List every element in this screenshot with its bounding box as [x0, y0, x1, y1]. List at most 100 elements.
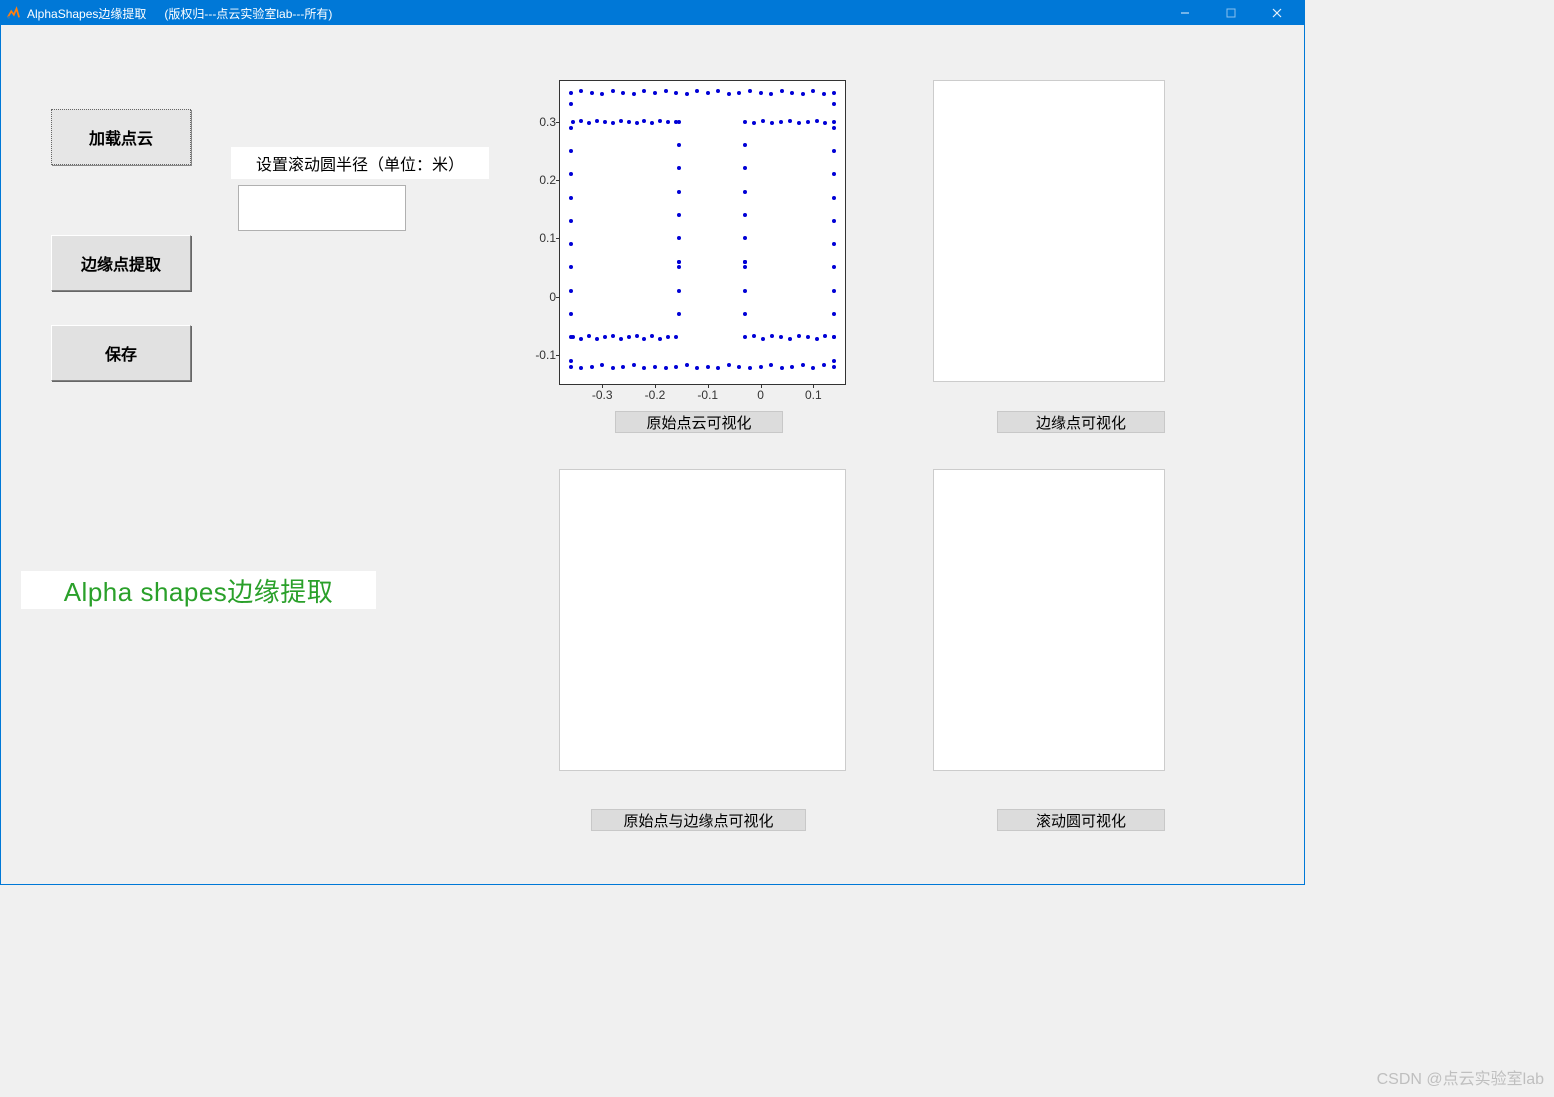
scatter-point: [571, 120, 575, 124]
scatter-point: [653, 365, 657, 369]
xtick-label: -0.2: [645, 388, 666, 402]
scatter-point: [823, 121, 827, 125]
scatter-point: [587, 121, 591, 125]
scatter-point: [743, 213, 747, 217]
axes-label-original: 原始点云可视化: [615, 411, 783, 433]
extract-edges-button[interactable]: 边缘点提取: [51, 235, 191, 291]
scatter-point: [569, 149, 573, 153]
scatter-point: [832, 265, 836, 269]
scatter-point: [832, 172, 836, 176]
scatter-point: [806, 120, 810, 124]
scatter-point: [674, 365, 678, 369]
scatter-point: [579, 119, 583, 123]
scatter-point: [579, 366, 583, 370]
save-button[interactable]: 保存: [51, 325, 191, 381]
scatter-point: [677, 143, 681, 147]
axes-label-circle: 滚动圆可视化: [997, 809, 1165, 831]
scatter-point: [590, 91, 594, 95]
scatter-point: [779, 335, 783, 339]
scatter-point: [743, 143, 747, 147]
scatter-point: [632, 363, 636, 367]
scatter-point: [788, 119, 792, 123]
brand-label: Alpha shapes边缘提取: [21, 571, 376, 609]
scatter-point: [619, 337, 623, 341]
scatter-point: [587, 334, 591, 338]
scatter-point: [737, 365, 741, 369]
scatter-point: [832, 126, 836, 130]
axes-edge-points: [933, 80, 1165, 382]
scatter-point: [658, 119, 662, 123]
scatter-point: [569, 91, 573, 95]
scatter-point: [677, 166, 681, 170]
scatter-point: [653, 91, 657, 95]
scatter-point: [770, 121, 774, 125]
axes-rolling-circle: [933, 469, 1165, 771]
scatter-point: [677, 289, 681, 293]
scatter-point: [769, 92, 773, 96]
client-area: 加载点云 边缘点提取 保存 设置滚动圆半径（单位：米） Alpha shapes…: [1, 25, 1304, 884]
minimize-button[interactable]: [1162, 1, 1208, 25]
scatter-point: [823, 334, 827, 338]
xtick-label: 0: [757, 388, 764, 402]
scatter-point: [832, 359, 836, 363]
scatter-point: [590, 365, 594, 369]
scatter-point: [664, 366, 668, 370]
scatter-point: [642, 119, 646, 123]
scatter-point: [677, 190, 681, 194]
scatter-point: [706, 365, 710, 369]
scatter-point: [822, 92, 826, 96]
scatter-point: [619, 119, 623, 123]
scatter-point: [677, 120, 681, 124]
close-button[interactable]: [1254, 1, 1300, 25]
scatter-point: [642, 366, 646, 370]
scatter-point: [748, 366, 752, 370]
scatter-point: [832, 242, 836, 246]
scatter-point: [635, 121, 639, 125]
scatter-point: [569, 196, 573, 200]
scatter-point: [832, 312, 836, 316]
window-subtitle: (版权归---点云实验室lab---所有): [164, 5, 332, 22]
scatter-point: [832, 91, 836, 95]
radius-label: 设置滚动圆半径（单位：米）: [231, 147, 489, 179]
scatter-point: [743, 335, 747, 339]
axes-label-combo: 原始点与边缘点可视化: [591, 809, 806, 831]
scatter-point: [790, 91, 794, 95]
scatter-point: [571, 335, 575, 339]
scatter-point: [743, 260, 747, 264]
scatter-point: [743, 120, 747, 124]
scatter-point: [797, 121, 801, 125]
load-pointcloud-button[interactable]: 加载点云: [51, 109, 191, 165]
scatter-point: [743, 236, 747, 240]
scatter-point: [752, 334, 756, 338]
maximize-button[interactable]: [1208, 1, 1254, 25]
scatter-point: [788, 337, 792, 341]
ytick-label: 0.1: [539, 231, 556, 245]
scatter-point: [832, 149, 836, 153]
scatter-point: [832, 335, 836, 339]
scatter-point: [832, 289, 836, 293]
xtick-label: -0.1: [697, 388, 718, 402]
scatter-point: [801, 92, 805, 96]
scatter-point: [761, 119, 765, 123]
scatter-point: [621, 91, 625, 95]
scatter-point: [706, 91, 710, 95]
scatter-point: [832, 219, 836, 223]
scatter-point: [569, 219, 573, 223]
scatter-point: [569, 102, 573, 106]
scatter-point: [752, 121, 756, 125]
scatter-point: [832, 102, 836, 106]
scatter-point: [677, 236, 681, 240]
scatter-point: [611, 89, 615, 93]
scatter-point: [759, 91, 763, 95]
scatter-point: [569, 359, 573, 363]
axes-label-edge: 边缘点可视化: [997, 411, 1165, 433]
scatter-point: [832, 196, 836, 200]
scatter-point: [600, 363, 604, 367]
ytick-label: 0: [549, 290, 556, 304]
scatter-point: [595, 337, 599, 341]
radius-input[interactable]: [238, 185, 406, 231]
scatter-point: [627, 120, 631, 124]
titlebar[interactable]: AlphaShapes边缘提取 (版权归---点云实验室lab---所有): [1, 1, 1304, 25]
scatter-point: [666, 335, 670, 339]
scatter-point: [674, 91, 678, 95]
